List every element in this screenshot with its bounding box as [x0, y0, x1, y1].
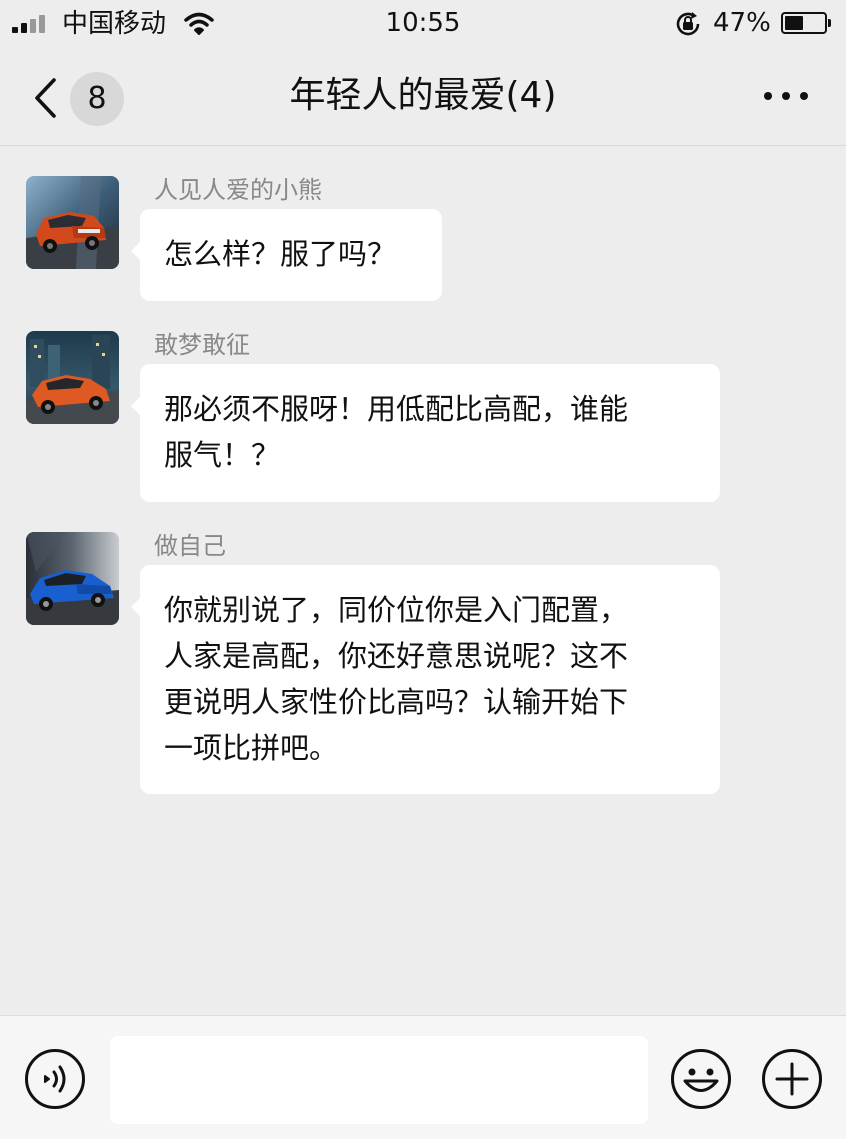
ellipsis-icon [764, 92, 772, 100]
voice-input-icon[interactable] [24, 1048, 86, 1110]
orange-suv-avatar [26, 176, 119, 269]
message-text: 人家是高配，你还好意思说呢？这不 [164, 639, 629, 673]
orientation-lock-icon [676, 12, 700, 36]
message-text: 那必须不服呀！用低配比高配，谁能 [164, 392, 629, 426]
more-options-button[interactable] [760, 78, 812, 114]
message-text: 怎么样？服了吗？ [164, 237, 397, 271]
status-bar: 中国移动 10:55 47% [0, 0, 846, 48]
chat-title: 年轻人的最爱(4) [289, 75, 557, 116]
sender-avatar[interactable] [26, 532, 119, 625]
back-button[interactable]: 8 [30, 70, 130, 126]
message-bubble[interactable]: 怎么样？服了吗？ [131, 209, 442, 301]
sender-avatar[interactable] [26, 176, 119, 269]
emoji-icon[interactable] [670, 1048, 732, 1110]
chevron-left-icon [35, 78, 56, 118]
battery-icon [781, 12, 831, 34]
input-bar [0, 1015, 846, 1139]
message-text: 服气！？ [164, 438, 281, 472]
message-text: 你就别说了，同价位你是入门配置， [164, 593, 629, 627]
message-bubble[interactable]: 那必须不服呀！用低配比高配，谁能 服气！？ [131, 364, 720, 502]
sender-name: 人见人爱的小熊 [154, 176, 322, 204]
navigation-bar: 8 年轻人的最爱(4) [0, 48, 846, 146]
message-input[interactable] [110, 1036, 648, 1124]
sender-avatar[interactable] [26, 331, 119, 424]
message-text: 一项比拼吧。 [164, 731, 339, 765]
orange-suv-city-avatar [26, 331, 119, 424]
plus-icon[interactable] [761, 1048, 823, 1110]
sender-name: 做自己 [154, 532, 226, 560]
battery-percent: 47% [713, 8, 771, 38]
blue-suv-avatar [26, 532, 119, 625]
unread-count-badge: 8 [70, 72, 124, 126]
message-bubble[interactable]: 你就别说了，同价位你是入门配置， 人家是高配，你还好意思说呢？这不 更说明人家性… [131, 565, 720, 794]
chat-screen: 中国移动 10:55 47% 8 年轻人的最爱(4) 人见人爱的小熊 怎么样？服… [0, 0, 846, 1139]
sender-name: 敢梦敢征 [154, 331, 250, 359]
message-text: 更说明人家性价比高吗？认输开始下 [164, 685, 629, 719]
